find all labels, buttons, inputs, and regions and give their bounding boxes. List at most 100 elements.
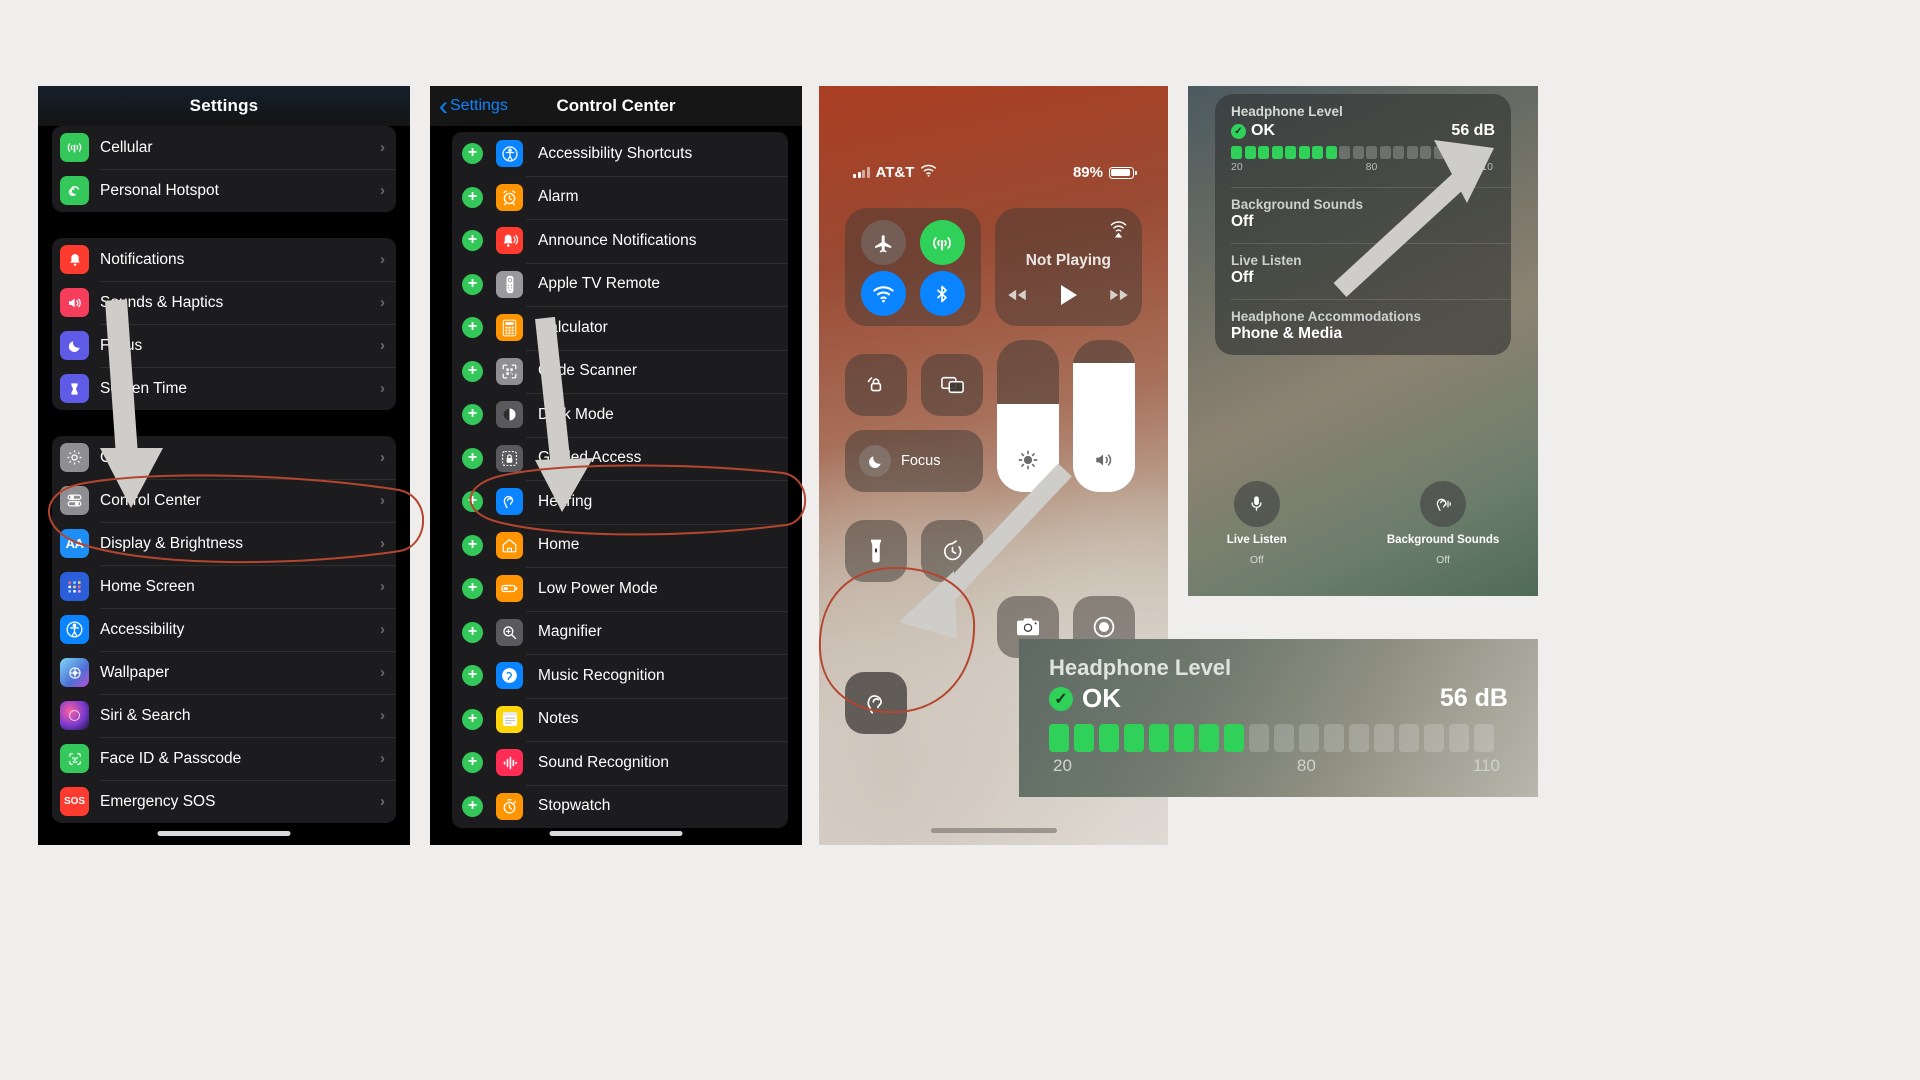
carrier-label: AT&T bbox=[875, 164, 915, 181]
sidebar-item-notifications[interactable]: Notifications bbox=[52, 238, 396, 281]
add-button[interactable]: + bbox=[462, 230, 483, 252]
list-item-low-power-mode[interactable]: + Low Power Mode bbox=[452, 567, 788, 611]
chevron-right-icon bbox=[380, 621, 385, 638]
middle-modules: Focus bbox=[845, 340, 1142, 582]
list-item-code-scanner[interactable]: + Code Scanner bbox=[452, 349, 788, 394]
chevron-right-icon bbox=[380, 707, 385, 724]
cellular-icon bbox=[60, 133, 89, 162]
rewind-icon[interactable] bbox=[1006, 288, 1028, 307]
sidebar-item-face-id-passcode[interactable]: Face ID & Passcode bbox=[52, 737, 396, 780]
sidebar-item-home-screen[interactable]: Home Screen bbox=[52, 565, 396, 608]
list-item-label: Music Recognition bbox=[538, 666, 665, 684]
add-button[interactable]: + bbox=[462, 186, 483, 208]
headphone-accommodations-section[interactable]: Headphone Accommodations Phone & Media bbox=[1215, 299, 1511, 355]
list-item-notes[interactable]: + Notes bbox=[452, 697, 788, 742]
focus-label: Focus bbox=[901, 453, 941, 469]
add-button[interactable]: + bbox=[462, 621, 483, 643]
add-button[interactable]: + bbox=[462, 534, 483, 556]
back-button-label: Settings bbox=[450, 97, 508, 114]
list-item-music-recognition[interactable]: + Music Recognition bbox=[452, 654, 788, 698]
list-item-stopwatch[interactable]: + Stopwatch bbox=[452, 784, 788, 829]
add-button[interactable]: + bbox=[462, 447, 483, 469]
timer-icon[interactable] bbox=[921, 520, 983, 582]
sidebar-item-screen-time[interactable]: Screen Time bbox=[52, 367, 396, 410]
list-item-label: Code Scanner bbox=[538, 362, 638, 380]
add-button[interactable]: + bbox=[462, 752, 483, 774]
list-item-alarm[interactable]: + Alarm bbox=[452, 175, 788, 220]
list-item-home[interactable]: + Home bbox=[452, 523, 788, 568]
add-button[interactable]: + bbox=[462, 360, 483, 382]
volume-slider[interactable] bbox=[1073, 340, 1135, 492]
live-listen-section[interactable]: Live Listen Off bbox=[1215, 243, 1511, 299]
add-button[interactable]: + bbox=[462, 143, 483, 165]
chevron-right-icon bbox=[380, 793, 385, 810]
add-button[interactable]: + bbox=[462, 665, 483, 687]
add-button[interactable]: + bbox=[462, 404, 483, 426]
sidebar-item-wallpaper[interactable]: Wallpaper bbox=[52, 651, 396, 694]
display-brightness-icon: AA bbox=[60, 529, 89, 558]
list-item-label: Alarm bbox=[538, 188, 579, 206]
list-item-hearing[interactable]: + Hearing bbox=[452, 480, 788, 524]
chevron-right-icon bbox=[380, 750, 385, 767]
sidebar-item-siri-search[interactable]: Siri & Search bbox=[52, 694, 396, 737]
live-listen-button-status: Off bbox=[1249, 554, 1264, 566]
sidebar-item-focus[interactable]: Focus bbox=[52, 324, 396, 367]
battery-percent-label: 89% bbox=[1072, 164, 1103, 181]
screen-mirroring-icon[interactable] bbox=[921, 354, 983, 416]
scale-low-label: 20 bbox=[1231, 161, 1243, 173]
more-controls-list[interactable]: + Accessibility Shortcuts + Alarm + Anno… bbox=[430, 126, 802, 845]
list-item-accessibility-shortcuts[interactable]: + Accessibility Shortcuts bbox=[452, 132, 788, 176]
add-button[interactable]: + bbox=[462, 708, 483, 730]
sidebar-item-control-center[interactable]: Control Center bbox=[52, 479, 396, 522]
bluetooth-icon[interactable] bbox=[919, 271, 965, 316]
chevron-right-icon bbox=[380, 337, 385, 354]
list-item-magnifier[interactable]: + Magnifier bbox=[452, 610, 788, 655]
home-screen-icon bbox=[60, 572, 89, 601]
back-button[interactable]: Settings bbox=[439, 93, 508, 120]
status-bar: AT&T 89% bbox=[819, 164, 1168, 181]
add-button[interactable]: + bbox=[462, 273, 483, 295]
brightness-slider[interactable] bbox=[997, 340, 1059, 492]
play-icon[interactable] bbox=[1058, 283, 1078, 312]
sidebar-item-general[interactable]: General bbox=[52, 436, 396, 479]
list-item-calculator[interactable]: + Calculator bbox=[452, 306, 788, 350]
sidebar-item-sounds-haptics[interactable]: Sounds & Haptics bbox=[52, 281, 396, 324]
live-listen-button[interactable]: Live Listen Off bbox=[1227, 480, 1287, 566]
sidebar-item-label: Focus bbox=[100, 336, 143, 354]
sidebar-item-cellular[interactable]: Cellular bbox=[52, 126, 396, 169]
airplay-icon[interactable] bbox=[1107, 218, 1130, 246]
add-button[interactable]: + bbox=[462, 795, 483, 817]
sidebar-item-personal-hotspot[interactable]: Personal Hotspot bbox=[52, 169, 396, 212]
tutorial-screenshot: Settings Cellular › Personal Hotspot › N… bbox=[0, 0, 1920, 1080]
list-item-sound-recognition[interactable]: + Sound Recognition bbox=[452, 741, 788, 785]
settings-list[interactable]: Cellular Personal Hotspot bbox=[38, 126, 410, 845]
hearing-ear-icon[interactable] bbox=[845, 672, 907, 734]
add-button[interactable]: + bbox=[462, 317, 483, 339]
background-sounds-section[interactable]: Background Sounds Off bbox=[1215, 187, 1511, 243]
airplane-mode-icon[interactable] bbox=[860, 220, 906, 265]
list-item-dark-mode[interactable]: + Dark Mode bbox=[452, 393, 788, 437]
list-item-label: Sound Recognition bbox=[538, 753, 669, 771]
focus-tile[interactable]: Focus bbox=[845, 430, 983, 492]
headphone-level-section[interactable]: Headphone Level ✓ OK 56 dB 20 80 110 bbox=[1215, 94, 1511, 187]
sidebar-item-accessibility[interactable]: Accessibility bbox=[52, 608, 396, 651]
cellular-data-icon[interactable] bbox=[919, 220, 965, 265]
add-button[interactable]: + bbox=[462, 578, 483, 600]
add-button[interactable]: + bbox=[462, 491, 483, 513]
wifi-toggle-icon[interactable] bbox=[860, 271, 906, 316]
chevron-left-icon bbox=[439, 93, 450, 120]
sidebar-item-label: Notifications bbox=[100, 250, 185, 268]
chevron-right-icon bbox=[380, 449, 385, 466]
list-item-apple-tv-remote[interactable]: + Apple TV Remote bbox=[452, 262, 788, 307]
sidebar-item-emergency-sos[interactable]: SOS Emergency SOS bbox=[52, 780, 396, 823]
list-item-guided-access[interactable]: + Guided Access bbox=[452, 436, 788, 481]
list-item-announce-notifications[interactable]: + Announce Notifications bbox=[452, 219, 788, 263]
flashlight-icon[interactable] bbox=[845, 520, 907, 582]
sidebar-item-label: Cellular bbox=[100, 138, 153, 156]
sidebar-item-display-brightness[interactable]: AA Display & Brightness bbox=[52, 522, 396, 565]
chevron-right-icon bbox=[380, 294, 385, 311]
fast-forward-icon[interactable] bbox=[1108, 288, 1130, 307]
rotation-lock-icon[interactable] bbox=[845, 354, 907, 416]
background-sounds-button[interactable]: Background Sounds Off bbox=[1387, 480, 1499, 566]
